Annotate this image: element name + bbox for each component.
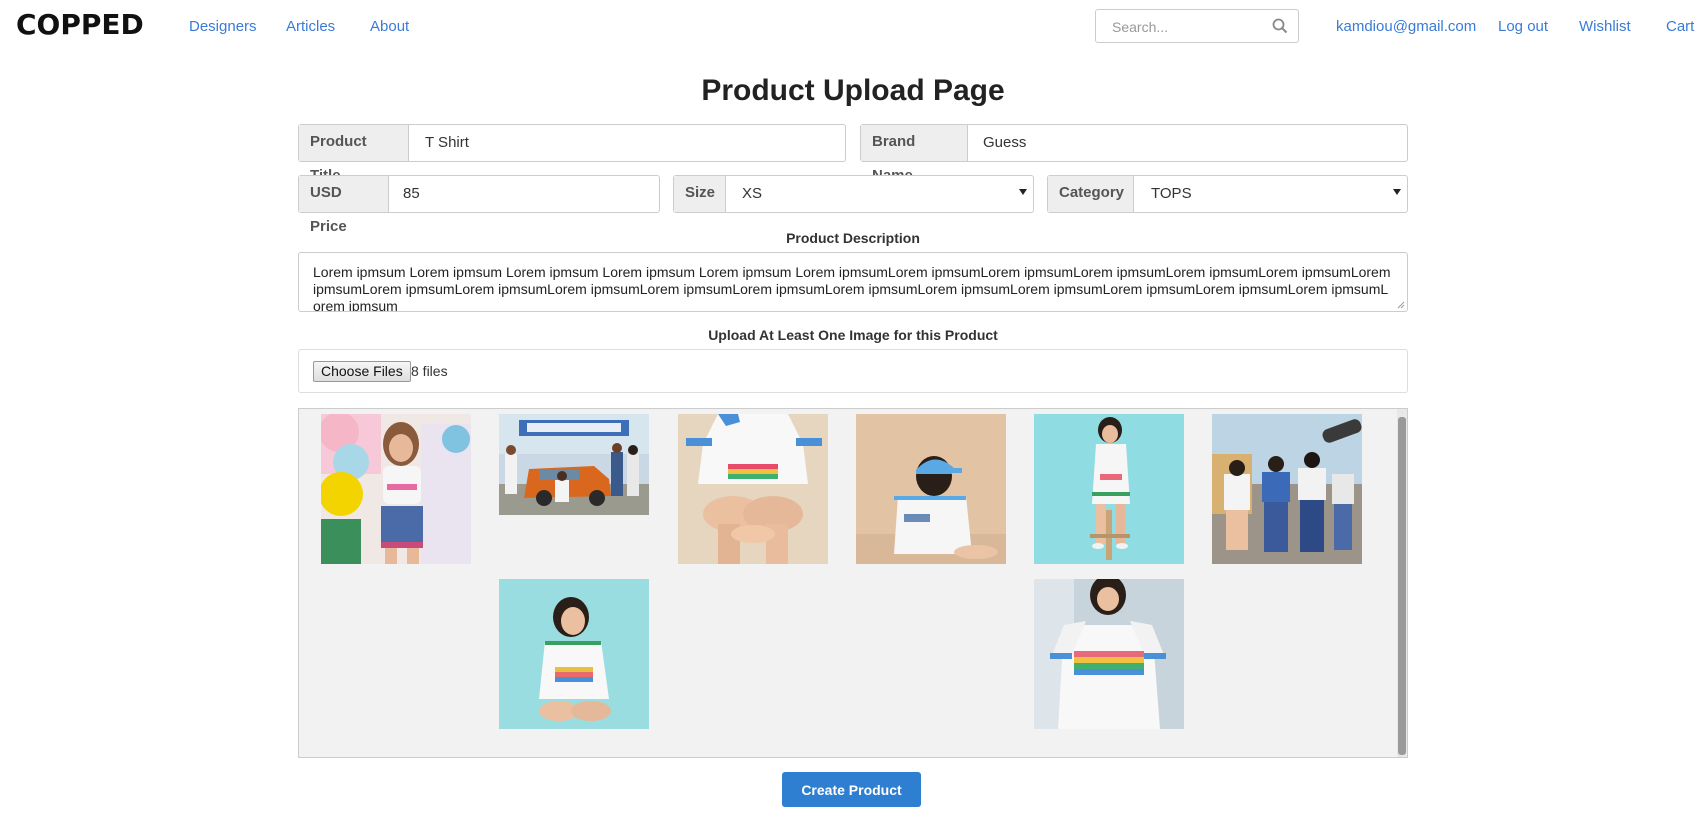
- top-navbar: COPPED Designers Articles About kamdiou@…: [0, 0, 1706, 54]
- brand-name-label: Brand Name: [861, 125, 968, 184]
- category-label: Category: [1048, 176, 1134, 212]
- product-title-input[interactable]: T Shirt: [425, 125, 469, 161]
- size-label: Size: [674, 176, 726, 212]
- product-title-group: Product Title T Shirt: [298, 124, 846, 184]
- cart-link[interactable]: Cart: [1666, 18, 1694, 35]
- size-select[interactable]: XS: [742, 176, 1033, 212]
- gallery-image-1: [321, 414, 471, 564]
- woman-with-balloons-photo: [321, 414, 471, 564]
- wishlist-link[interactable]: Wishlist: [1579, 18, 1631, 35]
- price-label: USD Price: [299, 176, 389, 235]
- gallery-image-5: [1034, 414, 1184, 564]
- category-selected-value: TOPS: [1151, 185, 1192, 202]
- category-group: Category TOPS: [1047, 175, 1408, 213]
- price-input[interactable]: 85: [403, 176, 420, 212]
- nav-link-designers[interactable]: Designers: [189, 18, 257, 35]
- woman-sitting-teal-photo: [499, 579, 649, 729]
- description-textarea[interactable]: Lorem ipmsum Lorem ipmsum Lorem ipmsum L…: [298, 252, 1408, 312]
- choose-files-button[interactable]: Choose Files: [313, 361, 411, 382]
- search-input[interactable]: [1110, 18, 1264, 36]
- seated-tshirt-closeup-photo: [678, 414, 828, 564]
- size-selected-value: XS: [742, 185, 763, 202]
- price-group: USD Price 85: [298, 175, 660, 235]
- create-product-button[interactable]: Create Product: [782, 772, 921, 807]
- woman-on-stool-teal-photo: [1034, 414, 1184, 564]
- gallery-image-7: [499, 579, 649, 729]
- gallery-scrollbar[interactable]: [1397, 409, 1407, 757]
- user-email-link[interactable]: kamdiou@gmail.com: [1336, 18, 1476, 35]
- upload-label: Upload At Least One Image for this Produ…: [708, 327, 998, 343]
- category-select[interactable]: TOPS: [1151, 176, 1407, 212]
- chevron-down-icon: [1019, 189, 1027, 195]
- group-skateboard-street-photo: [1212, 414, 1362, 564]
- gallery-image-8: [1034, 579, 1184, 729]
- file-count: 8 files: [411, 363, 448, 379]
- resize-grip-icon[interactable]: [1397, 301, 1405, 309]
- brand-name-input[interactable]: Guess: [983, 125, 1026, 161]
- brand-name-group: Brand Name Guess: [860, 124, 1408, 184]
- gallery-image-4: [856, 414, 1006, 564]
- woman-in-cap-back-view-photo: [856, 414, 1006, 564]
- gallery-image-3: [678, 414, 828, 564]
- search-box: [1095, 9, 1299, 43]
- gallery-image-2: [499, 414, 649, 515]
- search-icon[interactable]: [1272, 18, 1288, 34]
- woman-tshirt-front-photo: [1034, 579, 1184, 729]
- group-with-orange-car-photo: [499, 414, 649, 515]
- product-title-label: Product Title: [299, 125, 409, 184]
- brand-logo[interactable]: COPPED: [16, 8, 144, 41]
- description-label: Product Description: [786, 230, 920, 246]
- page-title: Product Upload Page: [701, 74, 1005, 107]
- size-group: Size XS: [673, 175, 1034, 213]
- image-preview-gallery[interactable]: [298, 408, 1408, 758]
- gallery-image-6: [1212, 414, 1362, 564]
- chevron-down-icon: [1393, 189, 1401, 195]
- gallery-scrollbar-thumb[interactable]: [1398, 417, 1406, 755]
- logout-link[interactable]: Log out: [1498, 18, 1548, 35]
- nav-link-articles[interactable]: Articles: [286, 18, 335, 35]
- file-upload-box: Choose Files 8 files: [298, 349, 1408, 393]
- nav-link-about[interactable]: About: [370, 18, 409, 35]
- description-text: Lorem ipmsum Lorem ipmsum Lorem ipmsum L…: [313, 264, 1391, 312]
